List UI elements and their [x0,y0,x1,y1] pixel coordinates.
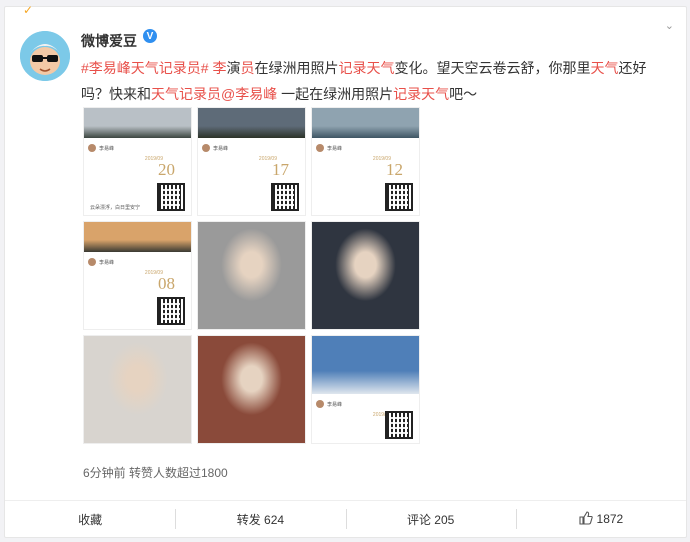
image-thumbnail[interactable]: 李易峰 2019/09 08 [83,221,192,330]
image-thumbnail[interactable]: 李易峰2019/0917 [197,107,306,216]
hashtag-link[interactable]: 员 [240,60,254,76]
hashtag-link[interactable]: 天气 [590,60,618,76]
image-thumbnail[interactable]: 李易峰 2019/09 12 [311,107,420,216]
card-date: 17 [272,160,289,179]
image-thumbnail[interactable] [311,221,420,330]
thumbs-up-icon [578,510,593,528]
card-author: 李易峰 [327,402,343,408]
weather-photo [198,108,305,138]
card-date: 20 [158,160,175,179]
mention-link[interactable]: @李易峰 [221,86,277,102]
weather-photo [84,108,191,138]
repost-label: 转发 624 [236,512,285,527]
hashtag-link[interactable]: 记录天气 [393,86,449,102]
image-thumbnail[interactable]: 李易峰2019/0917 [311,335,420,444]
portrait-photo [198,336,305,443]
card-author: 李易峰 [99,260,115,266]
comment-label: 评论 205 [406,512,455,527]
weather-photo [312,336,419,394]
favorite-label: 收藏 [78,512,103,527]
card-date: 12 [386,160,403,179]
action-bar: 收藏 转发 624 评论 205 1872 [5,500,686,537]
like-button[interactable]: 1872 [515,501,686,537]
post-meta: 6分钟前 转赞人数超过1800 [83,466,228,480]
image-thumbnail[interactable] [197,335,306,444]
post-text-segment: 在绿洲用照片 [254,60,339,76]
card-author: 李易峰 [213,146,229,152]
chevron-down-icon[interactable]: ⌄ [665,19,674,32]
avatar [88,258,96,266]
like-count: 1872 [596,512,624,526]
hashtag-link[interactable]: 记录天气 [338,60,394,76]
checkmark-icon: ✓ [23,3,34,17]
hashtag-link[interactable]: 李 [212,60,226,76]
repost-button[interactable]: 转发 624 [175,501,345,537]
verified-badge-icon: V [143,29,157,43]
weibo-post-card: ✓ 微博爱豆 V ⌄ #李易峰天气记录员# 李演员在绿洲用照片记录天气变化。望天… [4,3,687,538]
post-text-segment: 演 [226,60,241,76]
card-date: 08 [158,274,175,293]
comment-button[interactable]: 评论 205 [345,501,516,537]
qr-code-icon [157,183,185,211]
card-author: 李易峰 [327,146,343,152]
weather-photo [84,222,191,252]
card-note: 云朵漂浮，白日里安宁 [90,205,141,211]
qr-code-icon [385,411,413,439]
card-author: 李易峰 [99,146,115,152]
post-text-segment: 变化。望天空云卷云舒，你那里 [394,60,591,76]
image-thumbnail[interactable]: 李易峰 2019/09 20 云朵漂浮，白日里安宁 [83,107,192,216]
portrait-photo [312,222,419,329]
avatar [316,400,324,408]
avatar [88,144,96,152]
account-name[interactable]: 微博爱豆 [81,31,137,51]
portrait-photo [198,222,305,329]
weather-photo [312,108,419,138]
avatar[interactable] [20,31,70,81]
avatar [316,144,324,152]
qr-code-icon [385,183,413,211]
portrait-photo [84,336,191,443]
favorite-button[interactable]: 收藏 [5,501,175,537]
post-text-segment: 吧～ [449,86,478,102]
post-text: #李易峰天气记录员# 李演员在绿洲用照片记录天气变化。望天空云卷云舒，你那里天气… [81,55,666,107]
hashtag-link[interactable]: #李易峰天气记录员# [81,60,209,76]
qr-code-icon [271,183,299,211]
post-text-segment: 一起在绿洲用照片 [277,86,394,102]
avatar [202,144,210,152]
qr-code-icon [157,297,185,325]
hashtag-link[interactable]: 天气记录员 [151,86,221,102]
image-thumbnail[interactable] [197,221,306,330]
image-thumbnail[interactable] [83,335,192,444]
image-grid: 李易峰 2019/09 20 云朵漂浮，白日里安宁 李易峰 2019/09 17 李易峰 201… [83,107,420,446]
